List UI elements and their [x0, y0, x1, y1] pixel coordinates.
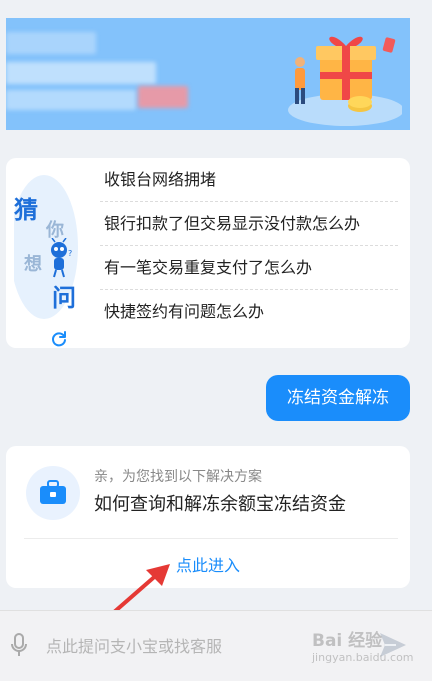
faq-item[interactable]: 快捷签约有问题怎么办 [100, 290, 398, 333]
watermark-url: jingyan.baidu.com [312, 651, 414, 664]
faq-item[interactable]: 有一笔交易重复支付了怎么办 [100, 246, 398, 290]
solution-icon-circle [26, 466, 80, 520]
toolbox-icon [40, 480, 66, 504]
faq-list: 收银台网络拥堵 银行扣款了但交易显示没付款怎么办 有一笔交易重复支付了怎么办 快… [100, 158, 398, 333]
blurred-text-block [6, 90, 136, 110]
blurred-text-block [6, 62, 156, 84]
enter-link[interactable]: 点此进入 [6, 552, 410, 576]
watermark-logo: Bai 经验 [312, 631, 383, 651]
refresh-icon[interactable] [50, 330, 68, 348]
robot-mascot-icon: ? [51, 238, 72, 278]
blurred-text-block [6, 32, 96, 54]
baidu-jingyan-watermark: Bai 经验 jingyan.baidu.com [312, 626, 422, 672]
solution-card: 亲，为您找到以下解决方案 如何查询和解冻余额宝冻结资金 点此进入 [6, 446, 410, 588]
svg-text:?: ? [68, 249, 72, 258]
divider [24, 538, 398, 539]
faq-item[interactable]: 收银台网络拥堵 [100, 158, 398, 202]
solution-title[interactable]: 如何查询和解冻余额宝冻结资金 [94, 490, 346, 516]
user-message-bubble: 冻结资金解冻 [266, 375, 410, 421]
blurred-text-block [138, 86, 188, 108]
question-input[interactable] [44, 629, 348, 663]
guess-char-4: 问 [52, 284, 76, 312]
guess-questions-card: 猜 你 想 问 ? 收银台网络拥堵 银行扣款了但交易显示没付款怎么办 有一笔交易… [6, 158, 410, 348]
faq-item[interactable]: 银行扣款了但交易显示没付款怎么办 [100, 202, 398, 246]
gift-illustration [288, 36, 402, 126]
promo-banner[interactable] [6, 18, 410, 130]
microphone-icon[interactable] [10, 633, 28, 657]
solution-hint: 亲，为您找到以下解决方案 [94, 469, 262, 485]
guess-you-want-ask-panel: 猜 你 想 问 ? [14, 172, 82, 347]
guess-char-3: 想 [24, 254, 42, 275]
guess-char-1: 猜 [14, 196, 38, 224]
